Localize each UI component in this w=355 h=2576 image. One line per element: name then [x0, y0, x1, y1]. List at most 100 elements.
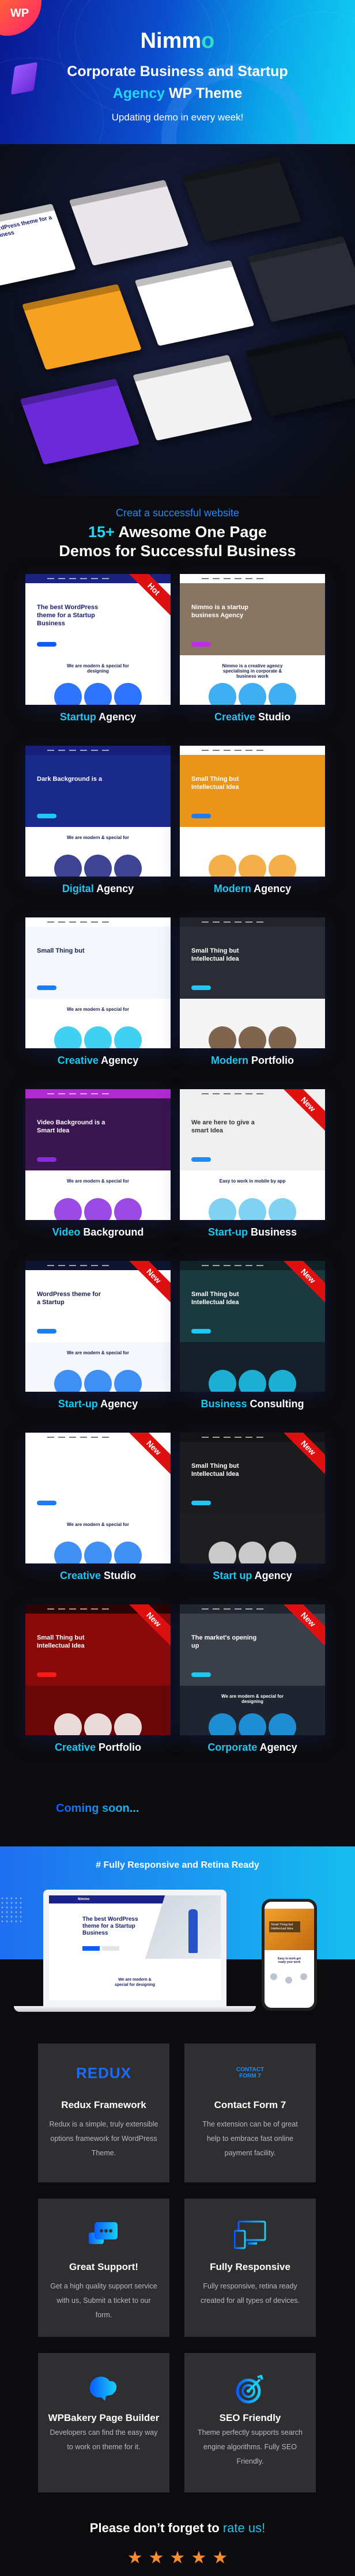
nav-link: [102, 1437, 109, 1438]
demo-thumbnail[interactable]: Nimmo is a startup business Agency Nimmo …: [180, 574, 325, 705]
demo-label[interactable]: Modern Portfolio: [172, 1055, 333, 1067]
demo-lower-section: [180, 826, 325, 877]
demo-feature-circle: [269, 1369, 296, 1392]
laptop-button-secondary: [102, 1946, 119, 1951]
laptop-base: [14, 2006, 256, 2012]
nav-link: [47, 1608, 54, 1610]
demo-hero-text: Small Thing but Intellectual Idea: [191, 1463, 239, 1478]
demo-lower-text: We are modern & special for designing: [67, 663, 129, 674]
demo-label[interactable]: Digital Agency: [17, 883, 179, 895]
nav-link: [80, 921, 87, 923]
demo-label-rest: Agency: [252, 1570, 292, 1581]
redux-logo-icon: REDUX: [76, 2058, 131, 2087]
star-icon[interactable]: ★: [170, 2549, 186, 2567]
demo-nav: [180, 746, 325, 755]
demo-hero-button: [191, 1672, 211, 1677]
demo-collage: The best WordPress theme for a Startup B…: [0, 144, 355, 496]
demo-label[interactable]: Start up Agency: [172, 1570, 333, 1582]
demo-label[interactable]: Creative Agency: [17, 1055, 179, 1067]
demo-thumbnail[interactable]: The best WordPress theme for a Startup B…: [25, 574, 171, 705]
demo-label[interactable]: Start-up Business: [172, 1226, 333, 1238]
feature-title: Contact Form 7: [214, 2099, 286, 2110]
demo-thumbnail[interactable]: Small Thing but Intellectual Idea: [180, 746, 325, 877]
nav-link: [91, 750, 98, 751]
demos-headline-line1: 15+ Awesome One Page: [0, 523, 355, 541]
demo-thumbnail[interactable]: Small Thing but Intellectual Idea New: [180, 1433, 325, 1563]
demo-label[interactable]: Startup Agency: [17, 711, 179, 723]
demo-label[interactable]: Start-up Agency: [17, 1398, 179, 1410]
nav-link: [256, 921, 263, 923]
demo-feature-circle: [114, 1369, 142, 1392]
star-rating[interactable]: ★ ★ ★ ★ ★: [0, 2549, 355, 2567]
demo-label-accent: Creative: [214, 711, 256, 723]
demo-hero-button: [37, 1672, 56, 1677]
demo-lower-section: We are modern & special for: [25, 1342, 171, 1392]
rate-link[interactable]: rate us!: [223, 2521, 265, 2535]
demo-feature-circle: [239, 1026, 266, 1048]
laptop-nav: Nimmo: [49, 1895, 169, 1903]
demo-feature-circle: [54, 1026, 82, 1048]
demo-label[interactable]: Business Consulting: [172, 1398, 333, 1410]
demo-feature-circle: [239, 682, 266, 705]
demo-label[interactable]: Modern Agency: [172, 883, 333, 895]
star-icon[interactable]: ★: [149, 2549, 164, 2567]
demo-feature-circle: [269, 1026, 296, 1048]
nav-link: [102, 750, 109, 751]
nav-link: [91, 1093, 98, 1094]
demo-nav-links: [47, 921, 109, 923]
collage-screenshot: The best WordPress theme for a Startup B…: [0, 203, 76, 290]
nav-link: [202, 1093, 209, 1094]
demo-nav: [25, 917, 171, 927]
rate-us-heading: Please don’t forget to rate us!: [0, 2521, 355, 2536]
nav-link: [69, 1437, 76, 1438]
star-icon[interactable]: ★: [191, 2549, 206, 2567]
phone-screen: Small Thing but Intellectual Idea Easy t…: [265, 1902, 314, 2008]
demo-thumbnail[interactable]: WordPress theme for a Startup We are mode…: [25, 1261, 171, 1392]
demo-thumbnail[interactable]: Small Thing but Intellectual Idea: [180, 917, 325, 1048]
demo-label[interactable]: Corporate Agency: [172, 1742, 333, 1754]
demo-thumbnail[interactable]: Small Thing but Intellectual Idea New: [25, 1604, 171, 1735]
demo-thumbnail[interactable]: We are modern & special for New: [25, 1433, 171, 1563]
demo-label-rest: Agency: [98, 1055, 139, 1066]
demo-feature-circle: [84, 854, 112, 877]
nav-link: [224, 1265, 231, 1266]
brand-accent: o: [201, 29, 215, 53]
nav-link: [246, 1093, 252, 1094]
demo-thumbnail[interactable]: We are here to give a smart Idea Easy to …: [180, 1089, 325, 1220]
nav-link: [213, 1608, 220, 1610]
demo-hero-button: [191, 1157, 211, 1162]
feature-title: Fully Responsive: [210, 2261, 290, 2272]
demo-hero-button: [37, 985, 56, 990]
demo-lower-section: We are modern & special for designing: [180, 1685, 325, 1735]
demo-label[interactable]: Creative Portfolio: [17, 1742, 179, 1754]
demo-lower-text: We are modern & special for: [67, 1350, 129, 1355]
nav-link: [224, 1608, 231, 1610]
demo-hero-text: Small Thing but Intellectual Idea: [191, 776, 239, 791]
demo-thumbnail[interactable]: Video Background is a Smart Idea We are m…: [25, 1089, 171, 1220]
star-icon[interactable]: ★: [127, 2549, 143, 2567]
demos-count: 15+: [88, 523, 115, 541]
demo-label[interactable]: Creative Studio: [17, 1570, 179, 1582]
hero-title-line2: Agency WP Theme: [0, 85, 355, 102]
demo-label[interactable]: Video Background: [17, 1226, 179, 1238]
demo-thumbnail[interactable]: The market's opening up We are modern & s…: [180, 1604, 325, 1735]
laptop-hero-photo: [145, 1895, 221, 1959]
nav-link: [202, 1437, 209, 1438]
nav-link: [58, 1093, 65, 1094]
nav-link: [246, 1437, 252, 1438]
star-icon[interactable]: ★: [212, 2549, 228, 2567]
demo-hero-button: [37, 1329, 56, 1334]
demo-thumbnail[interactable]: Dark Background is a We are modern & spec…: [25, 746, 171, 877]
demo-feature-circle: [209, 1026, 236, 1048]
demo-lower-section: [180, 1513, 325, 1563]
hero-title-accent: Agency: [112, 85, 165, 101]
nav-link: [213, 921, 220, 923]
demo-thumbnail[interactable]: Small Thing but Intellectual Idea New: [180, 1261, 325, 1392]
demo-thumbnail[interactable]: Small Thing but We are modern & special f…: [25, 917, 171, 1048]
demo-label[interactable]: Creative Studio: [172, 711, 333, 723]
nav-link: [47, 578, 54, 579]
demo-nav-links: [47, 1265, 109, 1266]
nav-link: [47, 1437, 54, 1438]
demo-feature-circle: [54, 854, 82, 877]
nav-link: [80, 578, 87, 579]
